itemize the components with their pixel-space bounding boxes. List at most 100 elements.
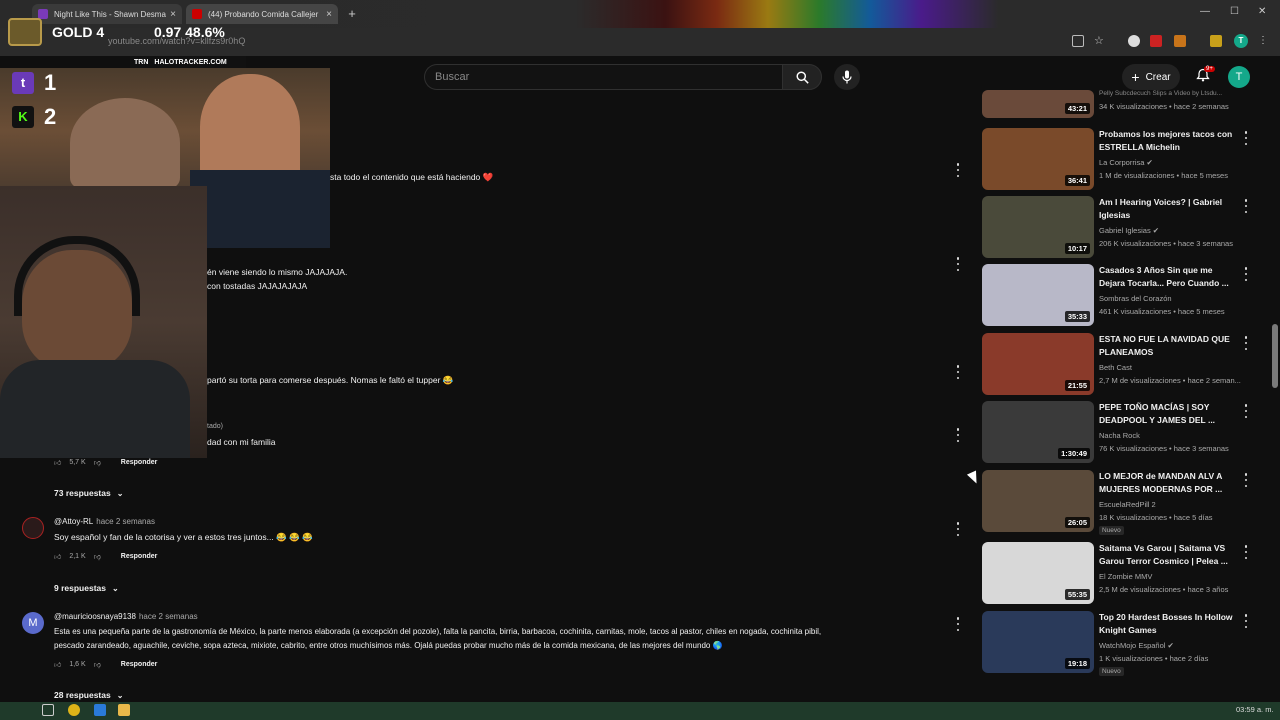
video-thumbnail[interactable]: 1:30:49 — [982, 401, 1094, 463]
video-title[interactable]: PEPE TOÑO MACÍAS | SOY DEADPOOL Y JAMES … — [1099, 401, 1239, 427]
new-badge: Nuevo — [1099, 526, 1124, 535]
streamer-shirt-image — [0, 360, 190, 458]
show-replies-button[interactable]: 9 respuestas ⌄ — [54, 583, 119, 593]
commenter-avatar[interactable] — [22, 517, 44, 539]
related-video-item[interactable]: 19:18 Top 20 Hardest Bosses In Hollow Kn… — [982, 611, 1252, 679]
video-menu-icon[interactable] — [1244, 336, 1248, 350]
related-video-item[interactable]: 21:55 ESTA NO FUE LA NAVIDAD QUE PLANEAM… — [982, 333, 1252, 397]
video-thumbnail[interactable]: 19:18 — [982, 611, 1094, 673]
video-channel[interactable]: WatchMojo Español ✔ — [1099, 641, 1174, 650]
minimize-icon[interactable]: — — [1200, 6, 1210, 17]
maximize-icon[interactable]: ☐ — [1230, 6, 1239, 17]
video-duration: 55:35 — [1064, 589, 1090, 600]
related-video-item[interactable]: 26:05 LO MEJOR de MANDAN ALV A MUJERES M… — [982, 470, 1252, 538]
video-menu-icon[interactable] — [1244, 473, 1248, 487]
chrome-app-icon[interactable] — [68, 704, 80, 716]
related-video-item[interactable]: 36:41 Probamos los mejores tacos con EST… — [982, 128, 1252, 192]
extension-icon[interactable] — [1210, 35, 1222, 47]
video-menu-icon[interactable] — [1244, 545, 1248, 559]
like-icon[interactable]: 👍︎ — [54, 660, 61, 669]
extension-icon[interactable] — [1174, 35, 1186, 47]
video-channel[interactable]: Gabriel Iglesias ✔ — [1099, 226, 1159, 235]
related-video-item[interactable]: 1:30:49 PEPE TOÑO MACÍAS | SOY DEADPOOL … — [982, 401, 1252, 465]
comment-menu-icon[interactable] — [956, 257, 960, 271]
voice-search-button[interactable] — [834, 64, 860, 90]
video-channel[interactable]: Nacha Rock — [1099, 431, 1140, 440]
video-title[interactable]: Probamos los mejores tacos con ESTRELLA … — [1099, 128, 1239, 154]
video-thumbnail[interactable]: 36:41 — [982, 128, 1094, 190]
video-title[interactable]: ESTA NO FUE LA NAVIDAD QUE PLANEAMOS — [1099, 333, 1239, 359]
related-video-item[interactable]: 10:17 Am I Hearing Voices? | Gabriel Igl… — [982, 196, 1252, 260]
video-channel[interactable]: Beth Cast — [1099, 363, 1132, 372]
video-thumbnail[interactable]: 21:55 — [982, 333, 1094, 395]
extension-icon[interactable] — [1128, 35, 1140, 47]
related-video-item[interactable]: 43:21 34 K visualizaciones • hace 2 sema… — [982, 90, 1252, 122]
close-tab-icon[interactable]: × — [326, 9, 332, 20]
show-replies-button[interactable]: 28 respuestas ⌄ — [54, 690, 123, 700]
browser-menu-icon[interactable]: ⋮ — [1258, 35, 1270, 47]
reply-button[interactable]: Responder — [121, 459, 158, 466]
close-tab-icon[interactable]: × — [170, 9, 176, 20]
video-title[interactable]: Saitama Vs Garou | Saitama VS Garou Terr… — [1099, 542, 1239, 568]
browser-profile-avatar[interactable]: T — [1234, 34, 1248, 48]
video-menu-icon[interactable] — [1244, 131, 1248, 145]
related-video-item[interactable]: 35:33 Casados 3 Años Sin que me Dejara T… — [982, 264, 1252, 328]
reply-button[interactable]: Responder — [121, 661, 158, 668]
replies-count: 9 respuestas — [54, 583, 106, 593]
video-channel[interactable]: Sombras del Corazón — [1099, 294, 1172, 303]
like-count: 1,6 K — [69, 661, 86, 668]
account-avatar[interactable]: T — [1228, 66, 1250, 88]
like-icon[interactable]: 👍︎ — [54, 552, 61, 561]
video-menu-icon[interactable] — [1244, 404, 1248, 418]
commenter-avatar[interactable]: M — [22, 612, 44, 634]
video-title[interactable]: Top 20 Hardest Bosses In Hollow Knight G… — [1099, 611, 1239, 637]
mouse-cursor-icon — [966, 470, 982, 486]
video-thumbnail[interactable]: 10:17 — [982, 196, 1094, 258]
extension-icon[interactable] — [1150, 35, 1162, 47]
video-channel[interactable]: El Zombie MMV — [1099, 572, 1152, 581]
tab-title: (44) Probando Comida Callejer — [208, 9, 319, 19]
like-icon[interactable]: 👍︎ — [54, 458, 61, 467]
scrollbar-thumb[interactable] — [1272, 324, 1278, 388]
dislike-icon[interactable]: 👎︎ — [94, 552, 101, 561]
video-thumbnail[interactable]: 35:33 — [982, 264, 1094, 326]
video-channel[interactable]: EscuelaRedPill 2 — [1099, 500, 1156, 509]
os-taskbar — [0, 702, 1280, 720]
comment-menu-icon[interactable] — [956, 365, 960, 379]
browser-tab[interactable]: Night Like This - Shawn Desma × — [32, 4, 182, 24]
bookmark-star-icon[interactable]: ☆ — [1094, 35, 1106, 47]
search-button[interactable] — [782, 64, 822, 90]
comment-author[interactable]: @mauricioosnaya9138 — [54, 612, 136, 621]
app-icon[interactable] — [94, 704, 106, 716]
video-thumbnail[interactable]: 26:05 — [982, 470, 1094, 532]
browser-tab-active[interactable]: (44) Probando Comida Callejer × — [186, 4, 338, 24]
search-input[interactable]: Buscar — [424, 64, 782, 90]
new-badge: Nuevo — [1099, 667, 1124, 676]
video-thumbnail[interactable]: 43:21 — [982, 90, 1094, 118]
video-menu-icon[interactable] — [1244, 199, 1248, 213]
dislike-icon[interactable]: 👎︎ — [94, 660, 101, 669]
screenshot-icon[interactable] — [1072, 35, 1084, 47]
video-title[interactable]: Casados 3 Años Sin que me Dejara Tocarla… — [1099, 264, 1239, 290]
video-thumbnail[interactable]: 55:35 — [982, 542, 1094, 604]
comment-menu-icon[interactable] — [956, 522, 960, 536]
task-view-icon[interactable] — [42, 704, 54, 716]
create-button[interactable]: + Crear — [1122, 64, 1180, 90]
dislike-icon[interactable]: 👎︎ — [94, 458, 101, 467]
comment-menu-icon[interactable] — [956, 617, 960, 631]
file-explorer-icon[interactable] — [118, 704, 130, 716]
reply-button[interactable]: Responder — [121, 553, 158, 560]
video-title[interactable]: Am I Hearing Voices? | Gabriel Iglesias — [1099, 196, 1239, 222]
comment-author[interactable]: @Attoy-RL — [54, 517, 93, 526]
show-replies-button[interactable]: 73 respuestas ⌄ — [54, 488, 123, 498]
comment-menu-icon[interactable] — [956, 163, 960, 177]
new-tab-icon[interactable]: + — [344, 6, 360, 22]
close-window-icon[interactable]: ✕ — [1258, 6, 1266, 17]
video-meta: 34 K visualizaciones • hace 2 semanas — [1099, 102, 1229, 111]
related-video-item[interactable]: 55:35 Saitama Vs Garou | Saitama VS Garo… — [982, 542, 1252, 606]
video-title[interactable]: LO MEJOR de MANDAN ALV A MUJERES MODERNA… — [1099, 470, 1239, 496]
video-menu-icon[interactable] — [1244, 267, 1248, 281]
comment-menu-icon[interactable] — [956, 428, 960, 442]
video-channel[interactable]: La Corporrisa ✔ — [1099, 158, 1153, 167]
video-menu-icon[interactable] — [1244, 614, 1248, 628]
